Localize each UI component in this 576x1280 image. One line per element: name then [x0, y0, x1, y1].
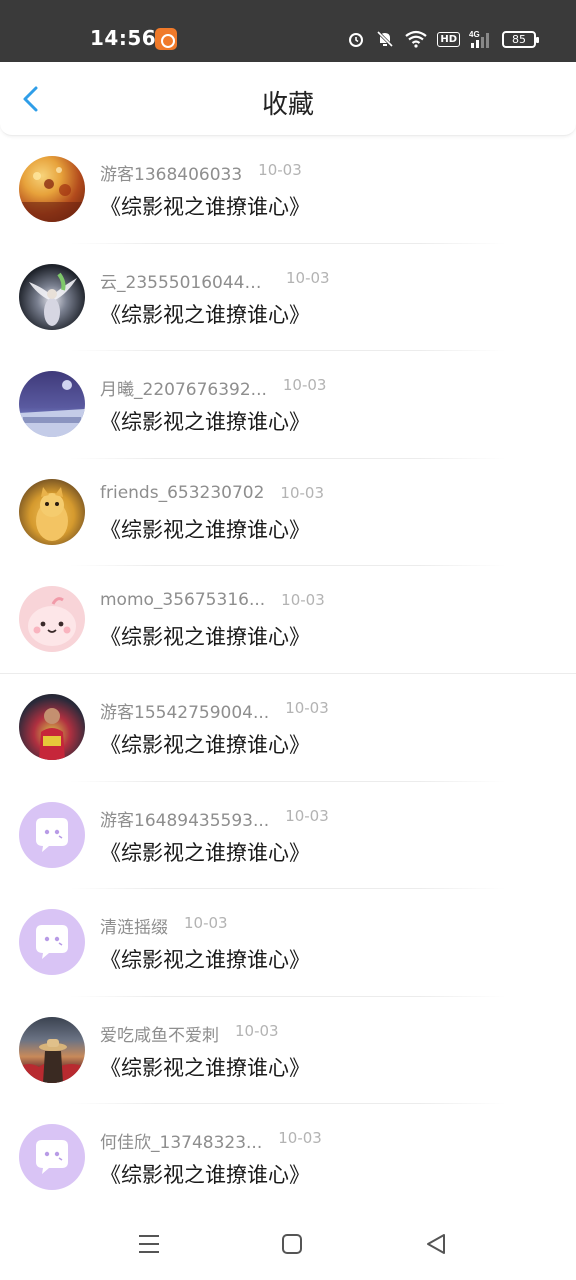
flower-avatar-image: [19, 167, 85, 222]
avatar[interactable]: [19, 693, 85, 760]
book-title[interactable]: 《综影视之谁撩谁心》: [100, 1052, 310, 1082]
page-title: 收藏: [261, 90, 314, 120]
home-button[interactable]: [276, 1228, 308, 1260]
avatar[interactable]: [19, 156, 85, 222]
list-item[interactable]: 月曦_2207676392... 10-03 《综影视之谁撩谁心》: [0, 351, 576, 459]
book-title[interactable]: 《综影视之谁撩谁心》: [100, 1159, 310, 1189]
item-meta: 游客15542759004... 10-03: [100, 698, 329, 723]
item-meta: 月曦_2207676392... 10-03: [100, 375, 326, 400]
user-name[interactable]: 游客15542759004...: [100, 698, 269, 723]
book-title[interactable]: 《综影视之谁撩谁心》: [100, 837, 310, 867]
avatar[interactable]: [19, 586, 85, 653]
avatar[interactable]: [19, 1016, 85, 1083]
user-name[interactable]: 游客16489435593...: [100, 806, 269, 831]
pink-creature-avatar-image: [28, 597, 76, 647]
user-name[interactable]: friends_653230702: [100, 483, 264, 503]
list-item[interactable]: 游客15542759004... 10-03 《综影视之谁撩谁心》: [0, 674, 576, 782]
item-date: 10-03: [281, 591, 325, 610]
hat-person-avatar-image: [19, 1038, 85, 1083]
book-title[interactable]: 《综影视之谁撩谁心》: [100, 299, 310, 329]
status-time: 14:56: [90, 26, 157, 50]
person-avatar-image: [39, 707, 65, 760]
svg-text:4G: 4G: [469, 30, 480, 39]
back-icon: [427, 1234, 445, 1254]
user-name[interactable]: 清涟摇缀: [100, 913, 168, 938]
book-title[interactable]: 《综影视之谁撩谁心》: [100, 729, 310, 759]
list-item[interactable]: 清涟摇缀 10-03 《综影视之谁撩谁心》: [0, 889, 576, 997]
default-chat-avatar-icon: [36, 925, 68, 960]
battery-icon: 85: [502, 30, 539, 48]
user-name[interactable]: 云_235550160446...: [100, 268, 270, 293]
list-item[interactable]: 云_235550160446... 10-03 《综影视之谁撩谁心》: [0, 244, 576, 352]
item-meta: 爱吃咸鱼不爱刺 10-03: [100, 1021, 279, 1046]
list-item[interactable]: 爱吃咸鱼不爱刺 10-03 《综影视之谁撩谁心》: [0, 997, 576, 1105]
user-name[interactable]: momo_35675316...: [100, 590, 265, 610]
book-title[interactable]: 《综影视之谁撩谁心》: [100, 621, 310, 651]
user-name[interactable]: 游客1368406033: [100, 160, 242, 185]
avatar[interactable]: [19, 1124, 85, 1191]
user-name[interactable]: 何佳欣_13748323...: [100, 1128, 262, 1153]
avatar[interactable]: [19, 371, 85, 438]
system-nav-bar: [0, 1208, 576, 1280]
nav-back-button[interactable]: [419, 1228, 451, 1260]
alarm-icon: [346, 29, 366, 49]
list-item[interactable]: momo_35675316... 10-03 《综影视之谁撩谁心》: [0, 566, 576, 674]
moon-avatar-image: [19, 380, 85, 438]
item-date: 10-03: [235, 1021, 279, 1040]
mute-bell-icon: [375, 29, 395, 49]
item-meta: momo_35675316... 10-03: [100, 590, 325, 610]
item-meta: 清涟摇缀 10-03: [100, 913, 228, 938]
item-meta: 游客16489435593... 10-03: [100, 806, 329, 831]
home-icon: [282, 1234, 302, 1254]
status-icons: HD 4G 85: [346, 27, 539, 51]
avatar[interactable]: [19, 263, 85, 330]
list-item[interactable]: 游客1368406033 10-03 《综影视之谁撩谁心》: [0, 136, 576, 244]
item-date: 10-03: [278, 1129, 322, 1148]
book-title[interactable]: 《综影视之谁撩谁心》: [100, 191, 310, 221]
menu-button[interactable]: [133, 1228, 165, 1260]
list-item[interactable]: friends_653230702 10-03 《综影视之谁撩谁心》: [0, 459, 576, 567]
item-meta: 云_235550160446... 10-03: [100, 268, 330, 293]
user-name[interactable]: 月曦_2207676392...: [100, 375, 267, 400]
list-item[interactable]: 游客16489435593... 10-03 《综影视之谁撩谁心》: [0, 782, 576, 890]
wifi-icon: [404, 29, 428, 49]
item-meta: friends_653230702 10-03: [100, 483, 324, 503]
item-date: 10-03: [258, 161, 302, 179]
item-date: 10-03: [286, 268, 330, 287]
list-item[interactable]: 何佳欣_13748323... 10-03 《综影视之谁撩谁心》: [0, 1104, 576, 1212]
signal-icon: 4G: [469, 29, 493, 49]
user-name[interactable]: 爱吃咸鱼不爱刺: [100, 1021, 219, 1046]
menu-icon: [139, 1235, 159, 1253]
item-date: 10-03: [285, 698, 329, 717]
book-title[interactable]: 《综影视之谁撩谁心》: [100, 944, 310, 974]
item-date: 10-03: [184, 914, 228, 933]
avatar[interactable]: [19, 801, 85, 868]
status-bar: 14:56 HD 4G 85: [0, 0, 576, 62]
item-meta: 何佳欣_13748323... 10-03: [100, 1128, 322, 1153]
header: 收藏: [0, 62, 576, 136]
app-notification-icon: [155, 28, 177, 50]
hd-icon: HD: [437, 31, 460, 47]
item-date: 10-03: [282, 376, 327, 395]
angel-avatar-image: [29, 272, 77, 326]
item-date: 10-03: [285, 806, 329, 825]
default-chat-avatar-icon: [36, 817, 68, 852]
item-meta: 游客1368406033 10-03: [100, 160, 302, 185]
favorites-list: 游客1368406033 10-03 《综影视之谁撩谁心》 云_235550160…: [0, 136, 576, 1212]
default-chat-avatar-icon: [36, 1140, 68, 1175]
item-date: 10-03: [280, 483, 325, 502]
book-title[interactable]: 《综影视之谁撩谁心》: [100, 514, 310, 544]
avatar[interactable]: [19, 478, 85, 545]
book-title[interactable]: 《综影视之谁撩谁心》: [100, 406, 310, 436]
cat-avatar-image: [36, 486, 68, 541]
avatar[interactable]: [19, 909, 85, 976]
